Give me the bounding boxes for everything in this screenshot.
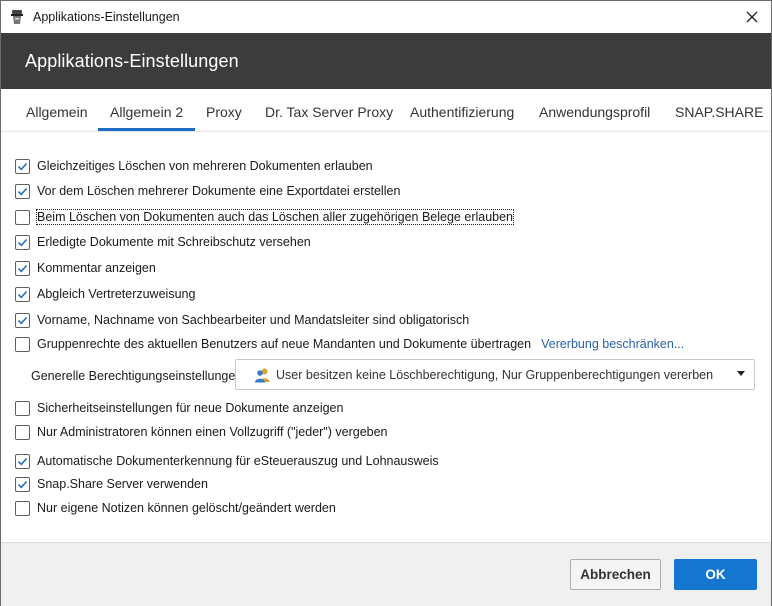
option-row[interactable]: Vor dem Löschen mehrerer Dokumente eine … [15, 182, 400, 200]
tab-snap-share[interactable]: SNAP.SHARE [675, 89, 763, 131]
option-label: Beim Löschen von Dokumenten auch das Lös… [35, 209, 515, 225]
chevron-down-icon [737, 371, 745, 376]
check-icon [17, 238, 28, 247]
option-checkbox[interactable] [15, 453, 30, 469]
tab-anwendungsprofil[interactable]: Anwendungsprofil [539, 89, 650, 131]
option-label: Gruppenrechte des aktuellen Benutzers au… [37, 337, 532, 351]
option-label: Abgleich Vertreterzuweisung [37, 287, 196, 301]
check-icon [17, 162, 28, 171]
check-icon [17, 187, 28, 196]
check-icon [17, 316, 28, 325]
ok-button[interactable]: OK [674, 559, 757, 590]
option-label: Nur eigene Notizen können gelöscht/geänd… [37, 501, 336, 515]
option-row[interactable]: Vorname, Nachname von Sachbearbeiter und… [15, 311, 469, 329]
option-checkbox[interactable] [15, 183, 30, 199]
dialog-footer: Abbrechen OK [1, 542, 771, 606]
check-icon [17, 290, 28, 299]
dialog-header: Applikations-Einstellungen [1, 33, 771, 89]
permissions-select[interactable]: User besitzen keine Löschberechtigung, N… [235, 359, 755, 390]
option-row[interactable]: Kommentar anzeigen [15, 259, 156, 277]
option-checkbox[interactable] [15, 400, 30, 416]
option-row[interactable]: Abgleich Vertreterzuweisung [15, 285, 195, 303]
close-icon [746, 11, 758, 23]
option-checkbox[interactable] [15, 476, 30, 492]
settings-content: Gleichzeitiges Löschen von mehreren Doku… [1, 132, 771, 542]
close-button[interactable] [741, 6, 763, 28]
app-icon [11, 10, 23, 24]
permissions-selected-value: User besitzen keine Löschberechtigung, N… [276, 367, 714, 382]
page-title: Applikations-Einstellungen [25, 50, 239, 71]
option-label: Snap.Share Server verwenden [37, 477, 208, 491]
option-label: Automatische Dokumenterkennung für eSteu… [37, 454, 439, 468]
option-label: Erledigte Dokumente mit Schreibschutz ve… [37, 235, 311, 249]
settings-dialog: Applikations-Einstellungen Applikations-… [0, 0, 772, 606]
window-title: Applikations-Einstellungen [33, 10, 180, 24]
check-icon [17, 264, 28, 273]
tab-dr-tax-server-proxy[interactable]: Dr. Tax Server Proxy [265, 89, 393, 131]
tab-allgemein-2[interactable]: Allgemein 2 [97, 89, 196, 131]
title-bar: Applikations-Einstellungen [1, 1, 771, 33]
permissions-label: Generelle Berechtigungseinstellungen [31, 369, 243, 383]
option-row[interactable]: Snap.Share Server verwenden [15, 475, 208, 493]
restrict-inheritance-link[interactable]: Vererbung beschränken... [541, 337, 684, 351]
option-row[interactable]: Beim Löschen von Dokumenten auch das Lös… [15, 208, 515, 226]
tab-authentifizierung[interactable]: Authentifizierung [410, 89, 514, 131]
option-label: Nur Administratoren können einen Vollzug… [37, 425, 388, 439]
check-icon [17, 480, 28, 489]
check-icon [17, 457, 28, 466]
option-row[interactable]: Erledigte Dokumente mit Schreibschutz ve… [15, 233, 311, 251]
users-icon [255, 368, 270, 382]
option-row[interactable]: Nur eigene Notizen können gelöscht/geänd… [15, 499, 336, 517]
option-row[interactable]: Gleichzeitiges Löschen von mehreren Doku… [15, 157, 373, 175]
cancel-button[interactable]: Abbrechen [570, 559, 661, 590]
option-label: Kommentar anzeigen [37, 261, 156, 275]
option-checkbox[interactable] [15, 336, 30, 352]
option-row[interactable]: Gruppenrechte des aktuellen Benutzers au… [15, 335, 684, 353]
option-checkbox[interactable] [15, 209, 30, 225]
option-checkbox[interactable] [15, 286, 30, 302]
option-row[interactable]: Sicherheitseinstellungen für neue Dokume… [15, 399, 343, 417]
option-checkbox[interactable] [15, 424, 30, 440]
option-checkbox[interactable] [15, 234, 30, 250]
tab-allgemein[interactable]: Allgemein [26, 89, 87, 131]
tab-bar: Allgemein Allgemein 2 Proxy Dr. Tax Serv… [1, 89, 771, 132]
option-label: Sicherheitseinstellungen für neue Dokume… [37, 401, 344, 415]
option-label: Vorname, Nachname von Sachbearbeiter und… [37, 313, 470, 327]
option-checkbox[interactable] [15, 158, 30, 174]
option-label: Gleichzeitiges Löschen von mehreren Doku… [37, 159, 373, 173]
option-row[interactable]: Automatische Dokumenterkennung für eSteu… [15, 452, 439, 470]
option-checkbox[interactable] [15, 500, 30, 516]
option-label: Vor dem Löschen mehrerer Dokumente eine … [37, 184, 401, 198]
option-checkbox[interactable] [15, 312, 30, 328]
option-row[interactable]: Nur Administratoren können einen Vollzug… [15, 423, 388, 441]
option-checkbox[interactable] [15, 260, 30, 276]
tab-proxy[interactable]: Proxy [206, 89, 242, 131]
